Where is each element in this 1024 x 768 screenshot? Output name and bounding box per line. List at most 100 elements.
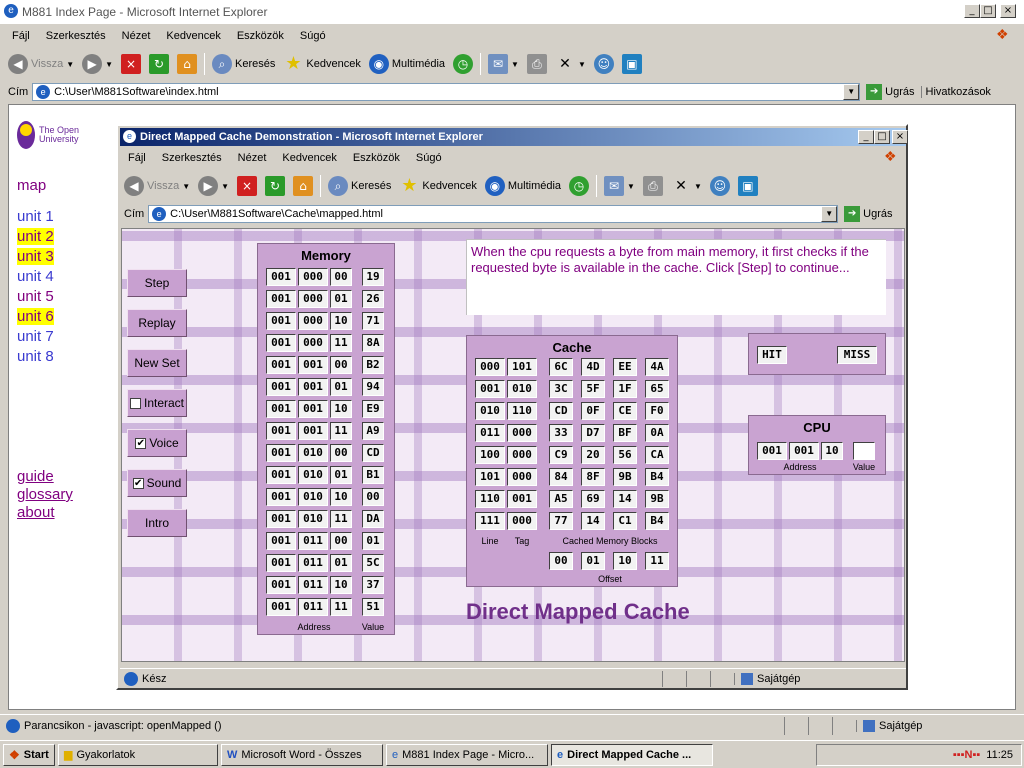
inner-mail-button[interactable]: ✉ ▼ bbox=[600, 173, 639, 199]
cache-block-cell: D7 bbox=[581, 424, 605, 442]
inner-address-input[interactable]: e C:\User\M881Software\Cache\mapped.html… bbox=[148, 205, 839, 223]
menu-view[interactable]: Nézet bbox=[114, 30, 159, 42]
nav-unit-8[interactable]: unit 8 bbox=[17, 348, 54, 365]
maximize-button[interactable]: □ bbox=[980, 4, 996, 18]
inner-go-button[interactable]: ➔ Ugrás bbox=[838, 206, 898, 222]
inner-window-button[interactable]: ▣ bbox=[734, 173, 762, 199]
inner-ie-icon: e bbox=[123, 130, 136, 143]
address-dropdown[interactable]: ▼ bbox=[843, 84, 860, 100]
search-button[interactable]: ⌕ Keresés bbox=[208, 51, 279, 77]
voice-checkbox[interactable]: ✔ bbox=[135, 437, 147, 449]
cache-block-cell: BF bbox=[613, 424, 637, 442]
ie-icon: e bbox=[4, 4, 18, 18]
nav-unit-3[interactable]: unit 3 bbox=[17, 248, 54, 265]
inner-menu-bar: Fájl Szerkesztés Nézet Kedvencek Eszközö… bbox=[120, 148, 906, 168]
inner-messenger-button[interactable]: ☺ bbox=[706, 173, 734, 199]
inner-forward-button[interactable]: ▶ ▼ bbox=[194, 173, 233, 199]
favorites-label: Kedvencek bbox=[306, 58, 361, 70]
nav-unit-5[interactable]: unit 5 bbox=[17, 288, 54, 305]
cache-line-cell: 100 bbox=[475, 446, 505, 464]
window-button[interactable]: ▣ bbox=[618, 51, 646, 77]
cache-block-cell: 84 bbox=[549, 468, 573, 486]
menu-help[interactable]: Súgó bbox=[292, 30, 334, 42]
inner-edit-button[interactable]: ✕ ▼ bbox=[667, 173, 706, 199]
inner-address-dropdown[interactable]: ▼ bbox=[821, 206, 838, 222]
inner-search-button[interactable]: ⌕ Keresés bbox=[324, 173, 395, 199]
inner-favorites-button[interactable]: ★ Kedvencek bbox=[395, 173, 480, 199]
nav-unit-2[interactable]: unit 2 bbox=[17, 228, 54, 245]
favorites-button[interactable]: ★ Kedvencek bbox=[279, 51, 364, 77]
inner-page-icon: e bbox=[152, 207, 167, 221]
interact-checkbox[interactable] bbox=[129, 397, 141, 409]
links-button[interactable]: Hivatkozások bbox=[920, 86, 995, 98]
inner-menu-edit[interactable]: Szerkesztés bbox=[154, 152, 230, 164]
inner-print-button[interactable]: ⎙ bbox=[639, 173, 667, 199]
task-word[interactable]: W Microsoft Word - Összes bbox=[221, 743, 383, 766]
sound-checkbox[interactable]: ✔ bbox=[132, 477, 144, 489]
inner-menu-tools[interactable]: Eszközök bbox=[345, 152, 408, 164]
new-set-button[interactable]: New Set bbox=[127, 349, 187, 377]
inner-close-button[interactable]: × bbox=[892, 130, 908, 144]
inner-menu-favorites[interactable]: Kedvencek bbox=[274, 152, 344, 164]
task-gyakorlatok[interactable]: ▆ Gyakorlatok bbox=[58, 743, 218, 766]
inner-globe-icon: ◉ bbox=[484, 176, 505, 196]
memory-address-cell: 001 bbox=[266, 510, 296, 528]
nav-guide[interactable]: guide bbox=[17, 468, 54, 485]
nav-unit-4[interactable]: unit 4 bbox=[17, 268, 54, 285]
home-button[interactable]: ⌂ bbox=[173, 51, 201, 77]
star-icon: ★ bbox=[285, 53, 302, 74]
media-button[interactable]: ◉ Multimédia bbox=[365, 51, 449, 77]
history-button[interactable]: ◷ bbox=[449, 51, 477, 77]
nav-unit-1[interactable]: unit 1 bbox=[17, 208, 54, 225]
close-button[interactable]: × bbox=[1000, 4, 1016, 18]
interact-toggle[interactable]: Interact bbox=[127, 389, 187, 417]
memory-value-cell: 71 bbox=[362, 312, 384, 330]
mail-button[interactable]: ✉ ▼ bbox=[484, 51, 523, 77]
inner-history-button[interactable]: ◷ bbox=[565, 173, 593, 199]
open-university-logo: The Open University bbox=[17, 121, 89, 149]
go-button[interactable]: ➔ Ugrás bbox=[860, 84, 920, 100]
nav-unit-7[interactable]: unit 7 bbox=[17, 328, 54, 345]
sound-toggle[interactable]: ✔ Sound bbox=[127, 469, 187, 497]
inner-menu-file[interactable]: Fájl bbox=[120, 152, 154, 164]
inner-refresh-button[interactable]: ↻ bbox=[261, 173, 289, 199]
inner-stop-button[interactable]: × bbox=[233, 173, 261, 199]
task-m881-index[interactable]: e M881 Index Page - Micro... bbox=[386, 743, 548, 766]
inner-back-button[interactable]: ◀ Vissza ▼ bbox=[120, 173, 194, 199]
address-input[interactable]: e C:\User\M881Software\index.html ▼ bbox=[32, 83, 861, 101]
nav-about[interactable]: about bbox=[17, 504, 55, 521]
inner-menu-view[interactable]: Nézet bbox=[230, 152, 275, 164]
stop-button[interactable]: × bbox=[117, 51, 145, 77]
forward-button[interactable]: ▶ ▼ bbox=[78, 51, 117, 77]
print-button[interactable]: ⎙ bbox=[523, 51, 551, 77]
inner-maximize-button[interactable]: □ bbox=[874, 130, 890, 144]
cache-block-cell: 9B bbox=[645, 490, 669, 508]
voice-toggle[interactable]: ✔ Voice bbox=[127, 429, 187, 457]
menu-tools[interactable]: Eszközök bbox=[229, 30, 292, 42]
cache-block-cell: C9 bbox=[549, 446, 573, 464]
nav-unit-6[interactable]: unit 6 bbox=[17, 308, 54, 325]
cache-block-cell: B4 bbox=[645, 512, 669, 530]
task-direct-mapped[interactable]: e Direct Mapped Cache ... bbox=[551, 743, 713, 766]
messenger-button[interactable]: ☺ bbox=[590, 51, 618, 77]
cache-tag-cell: 110 bbox=[507, 402, 537, 420]
minimize-button[interactable]: _ bbox=[964, 4, 980, 18]
edit-button[interactable]: ✕ ▼ bbox=[551, 51, 590, 77]
menu-edit[interactable]: Szerkesztés bbox=[38, 30, 114, 42]
back-button[interactable]: ◀ Vissza ▼ bbox=[4, 51, 78, 77]
inner-media-button[interactable]: ◉ Multimédia bbox=[481, 173, 565, 199]
nav-glossary[interactable]: glossary bbox=[17, 486, 73, 503]
refresh-button[interactable]: ↻ bbox=[145, 51, 173, 77]
go-label: Ugrás bbox=[885, 86, 915, 98]
menu-favorites[interactable]: Kedvencek bbox=[158, 30, 228, 42]
step-button[interactable]: Step bbox=[127, 269, 187, 297]
inner-home-button[interactable]: ⌂ bbox=[289, 173, 317, 199]
replay-button[interactable]: Replay bbox=[127, 309, 187, 337]
inner-minimize-button[interactable]: _ bbox=[858, 130, 874, 144]
menu-file[interactable]: Fájl bbox=[4, 30, 38, 42]
intro-button[interactable]: Intro bbox=[127, 509, 187, 537]
memory-value-cell: E9 bbox=[362, 400, 384, 418]
nav-map[interactable]: map bbox=[17, 177, 46, 194]
start-button[interactable]: ❖ Start bbox=[3, 743, 55, 766]
inner-menu-help[interactable]: Súgó bbox=[408, 152, 450, 164]
